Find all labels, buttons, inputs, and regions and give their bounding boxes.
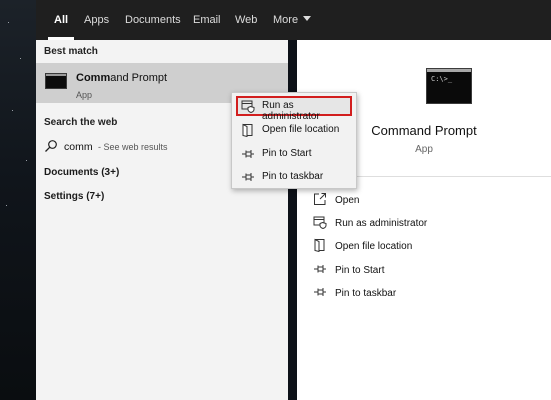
menu-item-pin-to-start[interactable]: Pin to Start <box>236 144 352 164</box>
tab-apps[interactable]: Apps <box>84 0 109 40</box>
settings-category[interactable]: Settings (7+) <box>44 191 104 202</box>
pin-icon <box>313 262 327 276</box>
search-icon <box>44 139 58 153</box>
run-as-admin-icon <box>241 99 255 113</box>
search-web-header: Search the web <box>44 117 118 128</box>
menu-item-label: Pin to taskbar <box>262 171 324 182</box>
action-open[interactable]: Open <box>313 192 533 210</box>
command-prompt-icon: C:\>_ <box>426 68 472 104</box>
tab-email[interactable]: Email <box>193 0 221 40</box>
tab-more-label: More <box>273 14 299 26</box>
best-match-header: Best match <box>44 46 98 57</box>
action-run-as-administrator[interactable]: Run as administrator <box>313 215 533 233</box>
menu-item-label: Open file location <box>262 124 340 135</box>
action-label: Pin to Start <box>335 265 385 276</box>
pin-icon <box>313 285 327 299</box>
desktop-background <box>0 0 36 400</box>
pin-icon <box>241 170 255 184</box>
star <box>26 160 27 161</box>
context-menu: Run as administrator Open file location … <box>231 92 357 189</box>
action-label: Open file location <box>335 241 413 252</box>
web-hint: - See web results <box>98 142 168 152</box>
star <box>12 110 13 111</box>
menu-item-label: Run as administrator <box>262 100 320 122</box>
action-label: Run as administrator <box>335 218 428 229</box>
best-match-subtitle: App <box>76 90 93 100</box>
tab-more[interactable]: More <box>273 0 312 40</box>
open-file-location-icon <box>313 238 327 252</box>
open-file-location-icon <box>241 123 255 137</box>
menu-item-pin-to-taskbar[interactable]: Pin to taskbar <box>236 167 352 187</box>
run-as-admin-icon <box>313 215 327 229</box>
menu-item-open-file-location[interactable]: Open file location <box>236 120 352 140</box>
chevron-down-icon <box>303 16 312 21</box>
tab-web[interactable]: Web <box>235 0 257 40</box>
menu-item-run-as-administrator[interactable]: Run as administrator <box>236 96 352 122</box>
action-label: Open <box>335 195 360 206</box>
command-prompt-icon <box>45 73 67 89</box>
star <box>8 22 9 23</box>
action-open-file-location[interactable]: Open file location <box>313 238 533 256</box>
documents-category[interactable]: Documents (3+) <box>44 167 119 178</box>
tab-all[interactable]: All <box>47 0 75 40</box>
open-icon <box>313 192 327 206</box>
best-match-title: Command Prompt <box>76 72 168 84</box>
action-pin-to-start[interactable]: Pin to Start <box>313 262 533 280</box>
search-tab-bar: All Apps Documents Email Web More <box>36 0 551 40</box>
tab-documents[interactable]: Documents <box>125 0 181 40</box>
action-label: Pin to taskbar <box>335 288 397 299</box>
star <box>20 58 21 59</box>
web-query: comm <box>64 141 93 153</box>
star <box>6 205 7 206</box>
action-pin-to-taskbar[interactable]: Pin to taskbar <box>313 285 533 303</box>
pin-icon <box>241 147 255 161</box>
menu-item-label: Pin to Start <box>262 148 312 159</box>
